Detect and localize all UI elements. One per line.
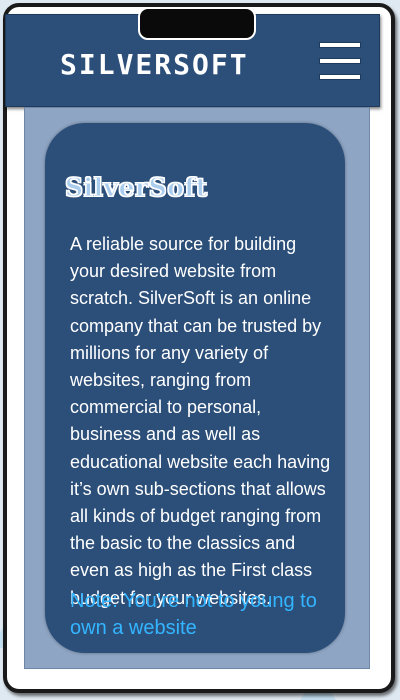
card-title: SilverSoft: [65, 173, 208, 203]
card-description: A reliable source for building your desi…: [70, 234, 331, 608]
intro-card: SilverSoft A reliable source for buildin…: [45, 123, 345, 653]
hamburger-menu-icon[interactable]: [319, 42, 361, 80]
site-brand[interactable]: SILVERSOFT: [60, 48, 249, 81]
card-note: Note: You’re not to young to own a websi…: [70, 590, 317, 639]
menu-bar: [319, 58, 361, 64]
menu-bar: [319, 42, 361, 48]
phone-notch: [138, 7, 256, 40]
menu-bar: [319, 74, 361, 80]
